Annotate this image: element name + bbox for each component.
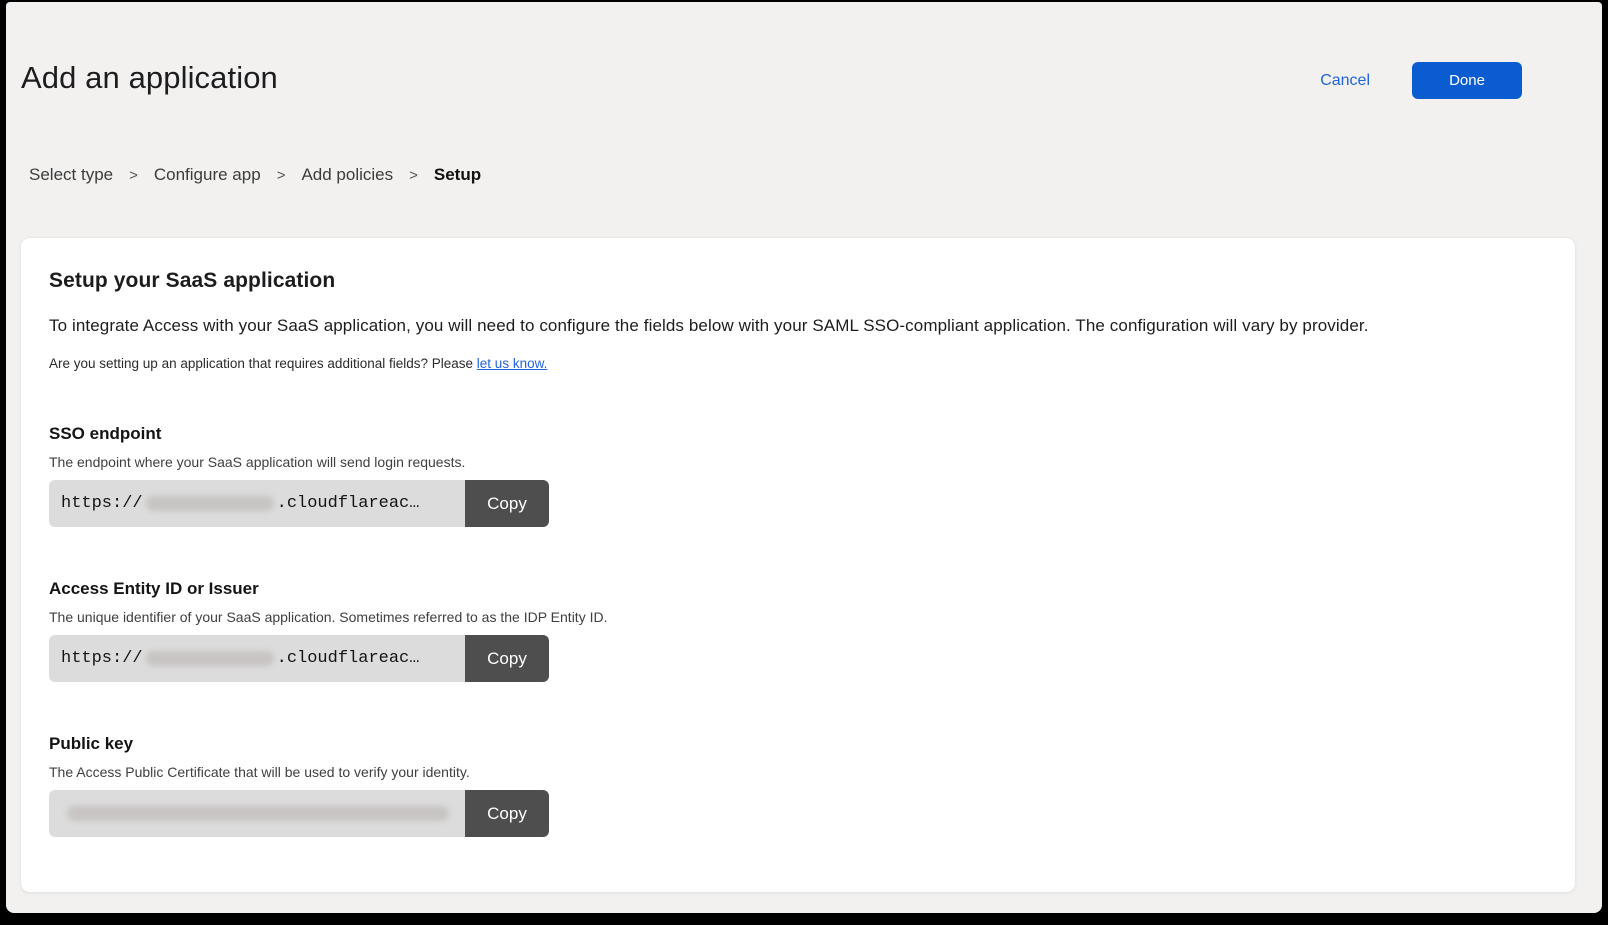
breadcrumb-separator: >: [129, 167, 138, 184]
sso-endpoint-label: SSO endpoint: [49, 424, 1535, 444]
entity-id-section: Access Entity ID or Issuer The unique id…: [49, 579, 1535, 682]
entity-id-label: Access Entity ID or Issuer: [49, 579, 1535, 599]
url-prefix: https://: [61, 649, 143, 668]
setup-card: Setup your SaaS application To integrate…: [20, 237, 1576, 893]
page-header: Add an application Cancel Done: [21, 60, 1522, 99]
sso-endpoint-section: SSO endpoint The endpoint where your Saa…: [49, 424, 1535, 527]
breadcrumb-separator: >: [409, 167, 418, 184]
entity-id-copy-button[interactable]: Copy: [465, 635, 549, 682]
sso-endpoint-value: https:// .cloudflareac…: [49, 480, 465, 527]
breadcrumb-step-select-type[interactable]: Select type: [29, 165, 113, 185]
done-button[interactable]: Done: [1412, 62, 1522, 99]
card-note: Are you setting up an application that r…: [49, 356, 1535, 371]
breadcrumb: Select type > Configure app > Add polici…: [29, 165, 481, 185]
card-intro-text: To integrate Access with your SaaS appli…: [49, 316, 1535, 336]
entity-id-value: https:// .cloudflareac…: [49, 635, 465, 682]
public-key-label: Public key: [49, 734, 1535, 754]
url-suffix: .cloudflareac…: [277, 649, 420, 668]
sso-endpoint-description: The endpoint where your SaaS application…: [49, 454, 1535, 470]
app-window: Add an application Cancel Done Select ty…: [6, 2, 1602, 913]
card-title: Setup your SaaS application: [49, 269, 1535, 293]
sso-endpoint-copy-button[interactable]: Copy: [465, 480, 549, 527]
redacted-value-blur: [146, 651, 274, 666]
breadcrumb-step-add-policies[interactable]: Add policies: [301, 165, 393, 185]
public-key-value-row: Copy: [49, 790, 549, 837]
card-note-text: Are you setting up an application that r…: [49, 356, 473, 371]
redacted-value-blur: [67, 806, 449, 821]
redacted-value-blur: [146, 496, 274, 511]
entity-id-description: The unique identifier of your SaaS appli…: [49, 609, 1535, 625]
public-key-section: Public key The Access Public Certificate…: [49, 734, 1535, 837]
entity-id-value-row: https:// .cloudflareac… Copy: [49, 635, 549, 682]
let-us-know-link[interactable]: let us know.: [477, 356, 548, 371]
sso-endpoint-value-row: https:// .cloudflareac… Copy: [49, 480, 549, 527]
cancel-button[interactable]: Cancel: [1320, 72, 1370, 90]
breadcrumb-separator: >: [277, 167, 286, 184]
url-prefix: https://: [61, 494, 143, 513]
page-title: Add an application: [21, 60, 278, 96]
breadcrumb-step-configure-app[interactable]: Configure app: [154, 165, 261, 185]
public-key-description: The Access Public Certificate that will …: [49, 764, 1535, 780]
public-key-value: [49, 790, 465, 837]
public-key-copy-button[interactable]: Copy: [465, 790, 549, 837]
header-actions: Cancel Done: [1320, 60, 1522, 99]
breadcrumb-step-setup: Setup: [434, 165, 481, 185]
url-suffix: .cloudflareac…: [277, 494, 420, 513]
